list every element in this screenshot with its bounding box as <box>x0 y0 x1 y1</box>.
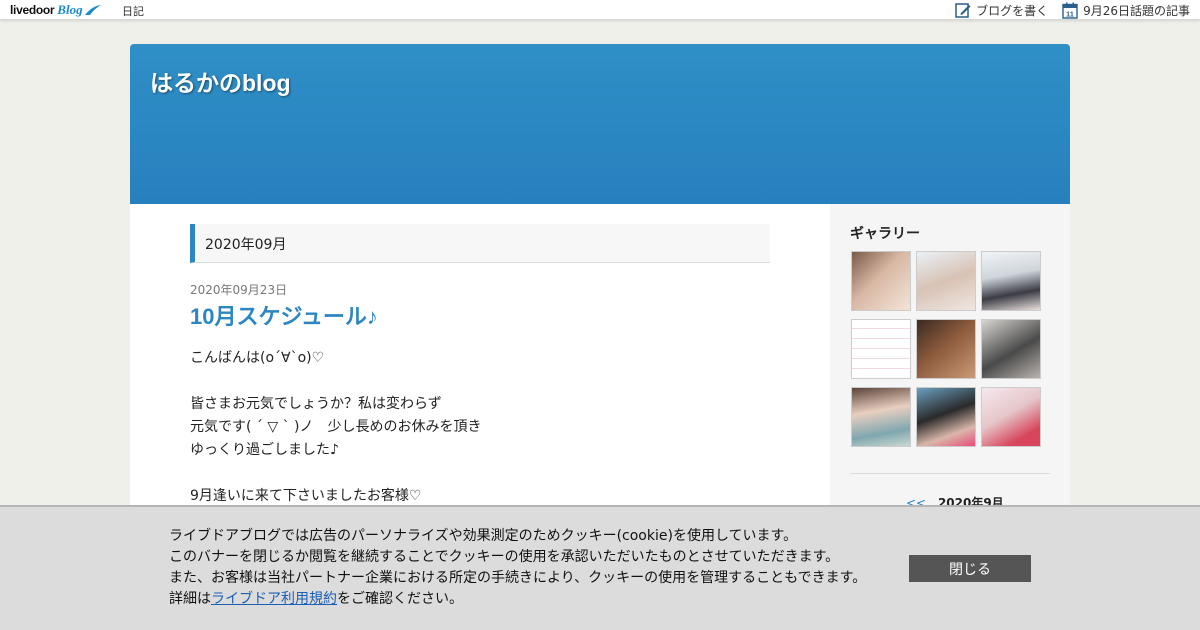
blog-title[interactable]: はるかのblog <box>150 64 291 98</box>
gallery-thumbnail[interactable] <box>851 319 911 379</box>
post-body-line <box>190 462 770 485</box>
cookie-text-line: このバナーを閉じるか閲覧を継続することでクッキーの使用を承認いただいたものとさせ… <box>169 549 840 565</box>
close-banner-button[interactable]: 閉じる <box>909 555 1031 582</box>
cookie-consent-banner: ライブドアブログでは広告のパーソナライズや効果測定のためクッキー(cookie)… <box>0 505 1200 630</box>
sidebar-divider <box>850 473 1050 474</box>
write-blog-link[interactable]: ブログを書く <box>955 2 1048 19</box>
topic-articles-label: 9月26日話題の記事 <box>1083 3 1190 18</box>
cookie-banner-text: ライブドアブログでは広告のパーソナライズや効果測定のためクッキー(cookie)… <box>169 526 866 610</box>
gallery-thumbnail[interactable] <box>916 251 976 311</box>
gallery-thumbnail[interactable] <box>851 251 911 311</box>
month-archive-heading: 2020年09月 <box>190 224 770 263</box>
write-blog-label: ブログを書く <box>976 3 1049 18</box>
calendar-icon-day: 11 <box>1066 9 1074 18</box>
post-body-line <box>190 370 770 393</box>
livedoor-blog-logo[interactable]: livedoor Blog <box>10 1 102 19</box>
pencil-icon <box>955 3 971 18</box>
cookie-text-line: また、お客様は当社パートナー企業における所定の手続きにより、クッキーの使用を管理… <box>169 570 867 586</box>
terms-of-use-link[interactable]: ライブドア利用規約 <box>211 591 337 607</box>
nav-diary-link[interactable]: 日記 <box>122 3 144 19</box>
gallery-thumbnail[interactable] <box>851 387 911 447</box>
post-body-line: 元気です( ´ ▽ ` )ノ 少し長めのお休みを頂き <box>190 419 482 435</box>
blog-header: はるかのblog <box>130 44 1070 204</box>
gallery-thumbnail[interactable] <box>916 319 976 379</box>
gallery-thumbnail[interactable] <box>916 387 976 447</box>
calendar-icon: 11 <box>1062 2 1078 19</box>
cookie-text-line: ライブドアブログでは広告のパーソナライズや効果測定のためクッキー(cookie)… <box>169 528 798 544</box>
topic-articles-link[interactable]: 11 9月26日話題の記事 <box>1062 2 1190 19</box>
swoosh-icon <box>84 5 101 15</box>
cookie-text-line-details: 詳細はライブドア利用規約をご確認ください。 <box>169 589 866 610</box>
gallery-thumbnail[interactable] <box>981 387 1041 447</box>
cookie-details-prefix: 詳細は <box>169 591 211 607</box>
top-navigation-bar: livedoor Blog 日記 ブログを書く 11 9月26日話題の記事 <box>0 0 1200 20</box>
logo-blog-text: Blog <box>57 2 83 17</box>
cookie-details-suffix: をご確認ください。 <box>337 591 463 607</box>
post-title[interactable]: 10月スケジュール♪ <box>190 299 378 331</box>
post-body-line: 皆さまお元気でしょうか？私は変わらず <box>190 396 442 412</box>
gallery-title: ギャラリー <box>850 226 920 242</box>
gallery-thumbnail[interactable] <box>981 251 1041 311</box>
top-right-links: ブログを書く 11 9月26日話題の記事 <box>941 1 1190 19</box>
post-body: こんばんは(o´∀`o)♡ 皆さまお元気でしょうか？私は変わらず 元気です( ´… <box>190 347 770 508</box>
post-date: 2020年09月23日 <box>190 283 288 297</box>
post-body-line: ゆっくり過ごしました♪ <box>190 442 339 458</box>
logo-livedoor-text: livedoor <box>10 3 55 17</box>
gallery-thumbnail[interactable] <box>981 319 1041 379</box>
post-body-line: こんばんは(o´∀`o)♡ <box>190 350 325 366</box>
